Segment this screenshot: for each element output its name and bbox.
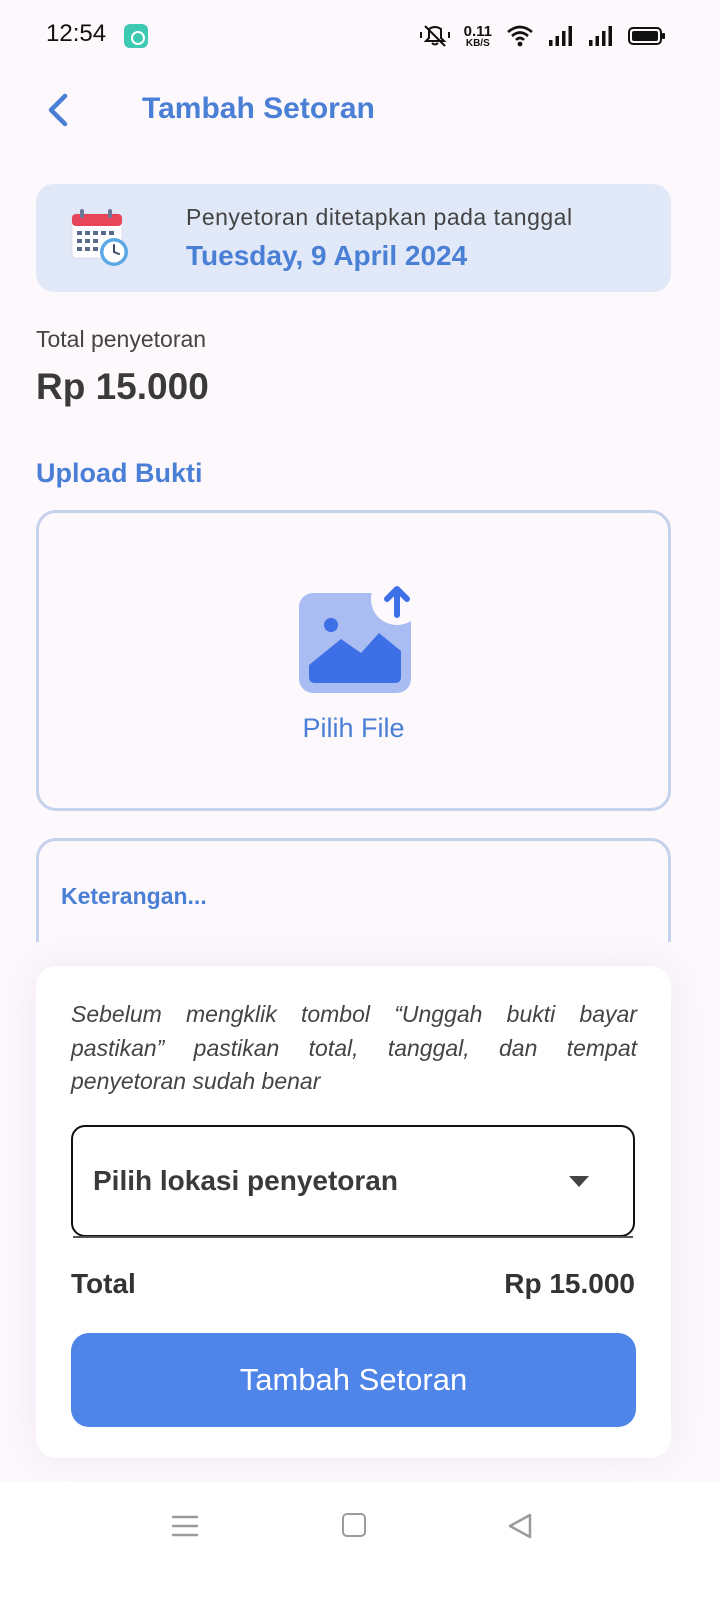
calendar-clock-icon [71, 209, 128, 266]
note-placeholder: Keterangan... [61, 883, 207, 909]
status-time: 12:54 [46, 20, 107, 47]
menu-icon[interactable] [172, 1514, 198, 1538]
submit-deposit-button[interactable]: Tambah Setoran [71, 1333, 636, 1427]
summary-total-value: Rp 15.000 [504, 1268, 635, 1299]
upload-file-area[interactable]: Pilih File [36, 510, 671, 811]
image-upload-icon [299, 585, 415, 693]
status-bar: 12:54 0.11 KB/S [0, 0, 720, 72]
bottom-sheet: Sebelum mengklik tombol “Unggah bukti ba… [36, 966, 671, 1458]
warning-text: Sebelum mengklik tombol “Unggah bukti ba… [71, 1001, 637, 1094]
total-label: Total penyetoran [36, 326, 207, 352]
net-speed-unit: KB/S [465, 37, 490, 49]
app-notification-icon [124, 24, 148, 48]
dropdown-arrow-icon [569, 1176, 589, 1187]
battery-icon [628, 27, 665, 45]
pick-file-label[interactable]: Pilih File [39, 713, 668, 744]
home-icon[interactable] [342, 1513, 366, 1537]
status-icons: 0.11 KB/S [419, 22, 665, 50]
upload-heading: Upload Bukti [36, 458, 203, 488]
date-banner: Penyetoran ditetapkan pada tanggal Tuesd… [36, 184, 671, 292]
mute-icon [419, 25, 450, 47]
date-label: Penyetoran ditetapkan pada tanggal [186, 204, 573, 230]
deposit-date: Tuesday, 9 April 2024 [186, 240, 468, 271]
net-speed: 0.11 KB/S [464, 24, 492, 49]
signal-icon [549, 26, 572, 46]
back-button[interactable] [36, 88, 80, 132]
net-speed-value: 0.11 [463, 22, 492, 40]
location-dropdown[interactable]: Pilih lokasi penyetoran [71, 1125, 635, 1238]
page-title: Tambah Setoran [142, 92, 375, 125]
total-value: Rp 15.000 [36, 366, 209, 407]
summary-total-label: Total [71, 1268, 136, 1299]
back-icon[interactable] [506, 1512, 534, 1540]
location-placeholder: Pilih lokasi penyetoran [93, 1165, 398, 1196]
signal-icon [589, 26, 612, 46]
note-field[interactable]: Keterangan... [36, 838, 671, 942]
chevron-left-icon [48, 93, 68, 127]
wifi-icon [507, 25, 533, 47]
system-nav-bar [0, 1482, 720, 1600]
